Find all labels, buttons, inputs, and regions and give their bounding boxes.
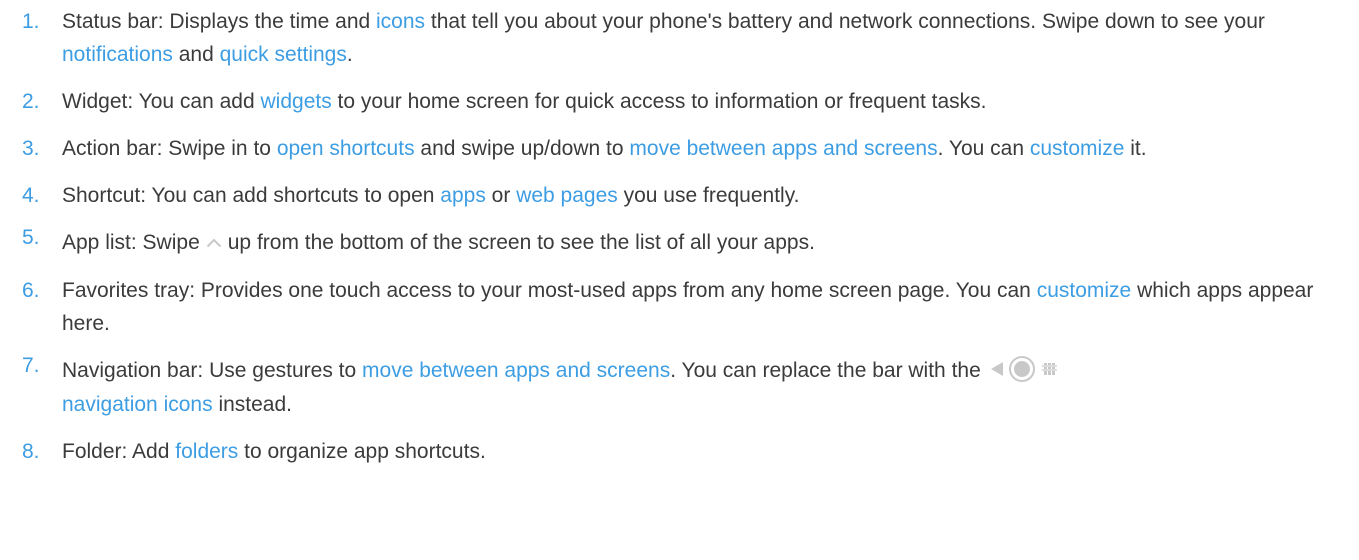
- move-between-apps-link[interactable]: move between apps and screens: [629, 137, 937, 160]
- caret-up-icon: [206, 225, 222, 258]
- list-item-favorites-tray: 6. Favorites tray: Provides one touch ac…: [22, 274, 1342, 340]
- item-number: 4.: [22, 184, 40, 207]
- list-item-shortcut: 4. Shortcut: You can add shortcuts to op…: [22, 179, 1342, 212]
- home-circle-icon: [1008, 356, 1035, 383]
- item-text: Shortcut: You can add shortcuts to open …: [62, 184, 800, 207]
- item-text: Favorites tray: Provides one touch acces…: [62, 278, 1314, 335]
- item-number: 1.: [22, 10, 40, 33]
- item-number: 5.: [22, 226, 40, 249]
- item-number: 8.: [22, 439, 40, 463]
- notifications-link[interactable]: notifications: [62, 43, 173, 66]
- recents-icon: [1041, 363, 1057, 376]
- list-item-action-bar: 3. Action bar: Swipe in to open shortcut…: [22, 132, 1342, 165]
- apps-link[interactable]: apps: [440, 184, 486, 207]
- home-screen-legend-list: 1. Status bar: Displays the time and ico…: [22, 5, 1342, 482]
- item-label: Folder: [62, 439, 122, 463]
- item-label: App list: [62, 231, 131, 254]
- customize-link[interactable]: customize: [1037, 279, 1132, 302]
- item-number: 3.: [22, 137, 40, 160]
- item-text: Action bar: Swipe in to open shortcuts a…: [62, 137, 1147, 160]
- item-label: Widget: [62, 90, 128, 113]
- icons-link[interactable]: icons: [376, 10, 425, 33]
- list-item-widget: 2. Widget: You can add widgets to your h…: [22, 85, 1342, 118]
- item-text: App list: Swipe up from the bottom of the…: [62, 226, 1342, 260]
- item-label: Favorites tray: [62, 278, 190, 302]
- item-text: Widget: You can add widgets to your home…: [62, 90, 987, 113]
- item-label: Navigation bar: [62, 358, 198, 382]
- list-item-navigation-bar: 7. Navigation bar: Use gestures to move …: [22, 354, 1342, 421]
- navigation-icons-link[interactable]: navigation icons: [62, 393, 213, 416]
- web-pages-link[interactable]: web pages: [516, 184, 618, 207]
- item-label: Status bar: [62, 10, 158, 33]
- item-number: 6.: [22, 278, 40, 302]
- item-label: Action bar: [62, 137, 157, 160]
- quick-settings-link[interactable]: quick settings: [220, 43, 347, 66]
- navigation-icons-group: [985, 352, 1063, 385]
- list-item-app-list: 5. App list: Swipe up from the bottom of …: [22, 226, 1342, 260]
- list-item-folder: 8. Folder: Add folders to organize app s…: [22, 435, 1342, 468]
- item-text: Status bar: Displays the time and icons …: [62, 10, 1265, 66]
- open-shortcuts-link[interactable]: open shortcuts: [277, 137, 415, 160]
- back-triangle-icon: [990, 362, 1003, 377]
- item-text: Folder: Add folders to organize app shor…: [62, 439, 486, 463]
- customize-link[interactable]: customize: [1030, 137, 1125, 160]
- item-text: Navigation bar: Use gestures to move bet…: [62, 354, 1342, 421]
- widgets-link[interactable]: widgets: [261, 90, 332, 113]
- list-item-status-bar: 1. Status bar: Displays the time and ico…: [22, 5, 1342, 71]
- item-number: 2.: [22, 90, 40, 113]
- item-label: Shortcut: [62, 184, 141, 207]
- item-number: 7.: [22, 353, 40, 377]
- move-between-apps-link[interactable]: move between apps and screens: [362, 359, 670, 382]
- folders-link[interactable]: folders: [175, 440, 238, 463]
